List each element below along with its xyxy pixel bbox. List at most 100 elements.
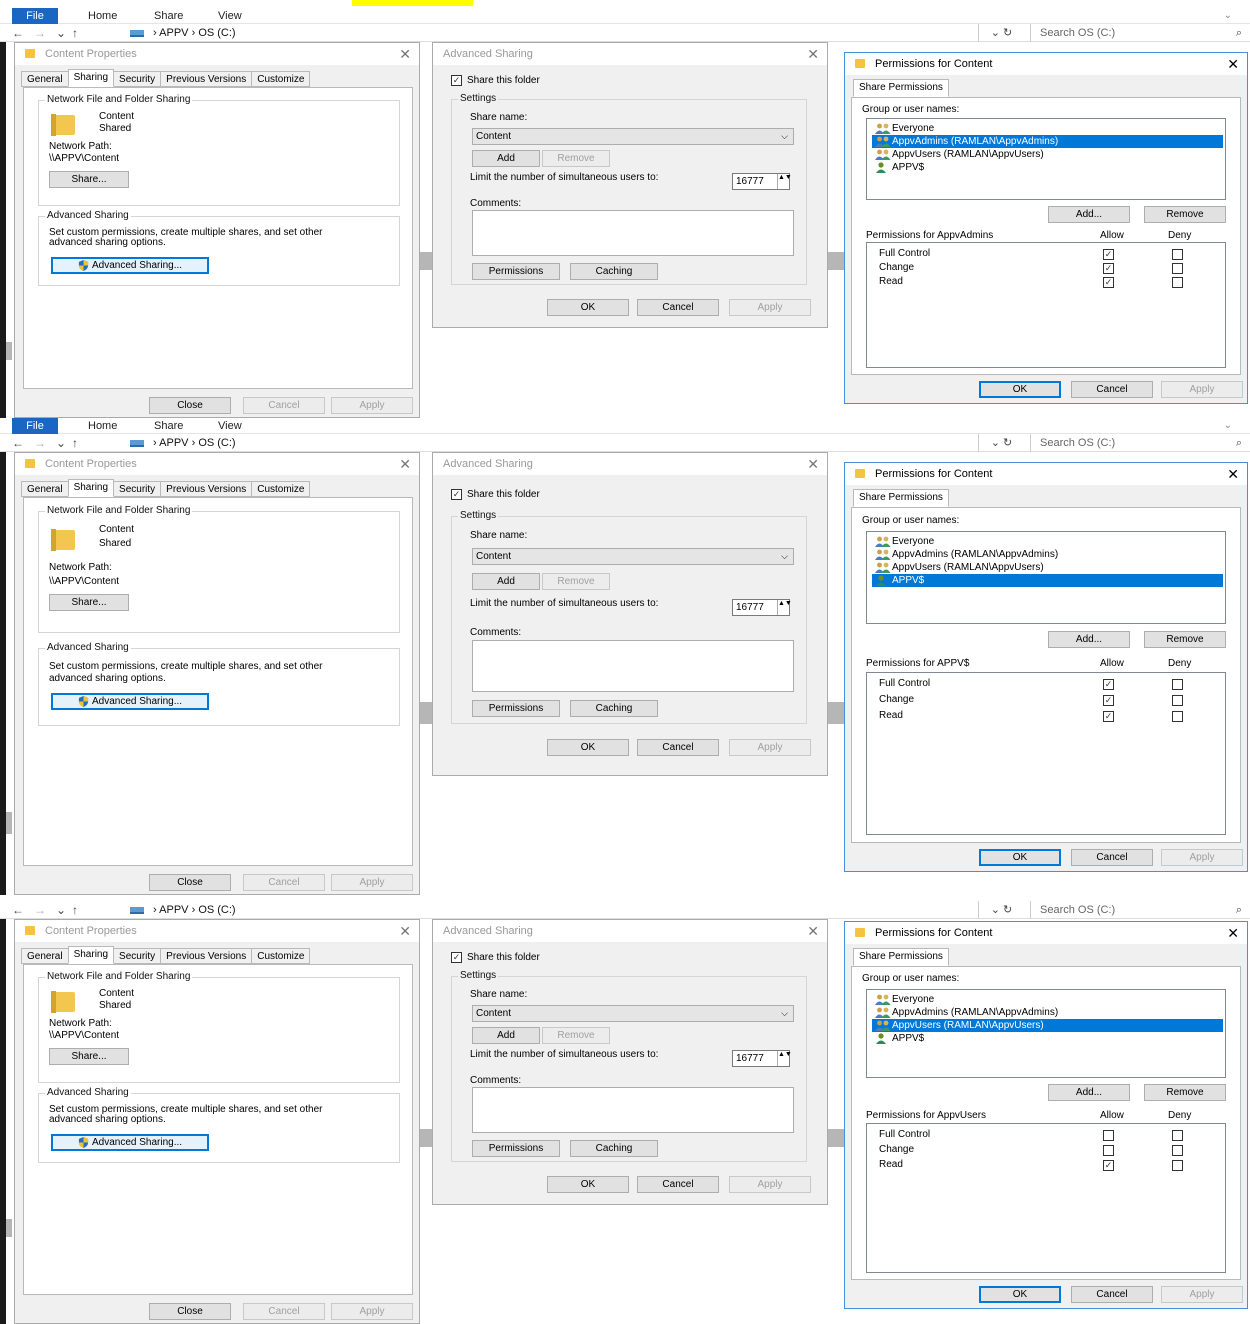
deny-checkbox[interactable] <box>1172 1130 1183 1141</box>
limit-users-spinner[interactable]: 16777 ▲▼ <box>732 599 792 616</box>
cancel-button[interactable]: Cancel <box>243 1303 325 1320</box>
share-button[interactable]: Share... <box>49 594 129 611</box>
cancel-button[interactable]: Cancel <box>243 874 325 891</box>
breadcrumb-appv[interactable]: APPV <box>159 27 188 39</box>
ribbon-tab-share[interactable]: Share <box>154 418 183 434</box>
chevron-down-icon[interactable]: ⌵ <box>781 129 788 144</box>
search-input[interactable]: Search OS (C:) ⌕ <box>1030 24 1250 42</box>
advanced-sharing-button[interactable]: Advanced Sharing... <box>51 1134 209 1151</box>
back-icon[interactable]: ← <box>12 434 24 452</box>
tab-previous-versions[interactable]: Previous Versions <box>160 481 253 497</box>
caching-button[interactable]: Caching <box>570 1140 658 1157</box>
permissions-apply-button[interactable]: Apply <box>1161 381 1243 398</box>
deny-checkbox[interactable] <box>1172 263 1183 274</box>
breadcrumb[interactable]: › APPV › OS (C:) <box>130 901 236 919</box>
refresh-icon[interactable]: ↻ <box>1003 437 1012 449</box>
allow-checkbox[interactable]: ✓ <box>1103 263 1114 274</box>
share-folder-checkbox[interactable]: ✓ <box>451 75 462 86</box>
chevron-down-icon[interactable]: ⌵ <box>781 1006 788 1021</box>
close-button[interactable]: Close <box>149 1303 231 1320</box>
user-row[interactable]: Everyone <box>872 993 1223 1006</box>
deny-checkbox[interactable] <box>1172 711 1183 722</box>
user-row[interactable]: AppvUsers (RAMLAN\AppvUsers) <box>872 148 1223 161</box>
tab-sharing[interactable]: Sharing <box>67 946 115 964</box>
back-icon[interactable]: ← <box>12 24 24 42</box>
user-row[interactable]: Everyone <box>872 535 1223 548</box>
deny-checkbox[interactable] <box>1172 1160 1183 1171</box>
user-row[interactable]: APPV$ <box>872 1032 1223 1045</box>
remove-share-button[interactable]: Remove <box>542 1027 610 1044</box>
ribbon-tab-home[interactable]: Home <box>88 8 117 24</box>
spinner-arrows-icon[interactable]: ▲▼ <box>777 600 792 615</box>
close-icon[interactable]: ✕ <box>399 923 411 940</box>
comments-input[interactable] <box>472 210 794 256</box>
breadcrumb-drive[interactable]: OS (C:) <box>198 437 235 449</box>
search-input[interactable]: Search OS (C:) ⌕ <box>1030 901 1250 919</box>
limit-users-spinner[interactable]: 16777 ▲▼ <box>732 1050 792 1067</box>
breadcrumb-drive[interactable]: OS (C:) <box>198 904 235 916</box>
permissions-ok-button[interactable]: OK <box>979 381 1061 398</box>
close-button[interactable]: Close <box>149 874 231 891</box>
tab-security[interactable]: Security <box>113 481 162 497</box>
refresh-group[interactable]: ⌄ ↻ <box>978 24 1024 42</box>
user-list[interactable]: Everyone AppvAdmins (RAMLAN\AppvAdmins) Ap… <box>866 989 1226 1078</box>
advanced-sharing-button[interactable]: Advanced Sharing... <box>51 693 209 710</box>
deny-checkbox[interactable] <box>1172 249 1183 260</box>
advanced-ok-button[interactable]: OK <box>547 1176 629 1193</box>
permissions-button[interactable]: Permissions <box>472 1140 560 1157</box>
tab-previous-versions[interactable]: Previous Versions <box>160 71 253 87</box>
tab-sharing[interactable]: Sharing <box>67 69 115 87</box>
tab-sharing[interactable]: Sharing <box>67 479 115 497</box>
user-row[interactable]: APPV$ <box>872 161 1223 174</box>
deny-checkbox[interactable] <box>1172 679 1183 690</box>
search-icon[interactable]: ⌕ <box>1236 434 1242 452</box>
user-row[interactable]: AppvAdmins (RAMLAN\AppvAdmins) <box>872 548 1223 561</box>
permissions-apply-button[interactable]: Apply <box>1161 1286 1243 1303</box>
tab-share-permissions[interactable]: Share Permissions <box>853 948 949 966</box>
add-user-button[interactable]: Add... <box>1048 1084 1130 1101</box>
recent-locations-chevron-icon[interactable]: ⌄ <box>991 904 1003 916</box>
user-list[interactable]: Everyone AppvAdmins (RAMLAN\AppvAdmins) Ap… <box>866 531 1226 624</box>
close-icon[interactable]: ✕ <box>807 46 819 63</box>
refresh-icon[interactable]: ↻ <box>1003 904 1012 916</box>
share-button[interactable]: Share... <box>49 1048 129 1065</box>
spinner-arrows-icon[interactable]: ▲▼ <box>777 174 792 189</box>
tab-general[interactable]: General <box>21 481 69 497</box>
remove-user-button[interactable]: Remove <box>1144 631 1226 648</box>
advanced-apply-button[interactable]: Apply <box>729 299 811 316</box>
deny-checkbox[interactable] <box>1172 277 1183 288</box>
comments-input[interactable] <box>472 640 794 692</box>
allow-checkbox[interactable] <box>1103 1130 1114 1141</box>
permissions-cancel-button[interactable]: Cancel <box>1071 1286 1153 1303</box>
limit-users-spinner[interactable]: 16777 ▲▼ <box>732 173 792 190</box>
remove-user-button[interactable]: Remove <box>1144 1084 1226 1101</box>
allow-checkbox[interactable]: ✓ <box>1103 695 1114 706</box>
apply-button[interactable]: Apply <box>331 397 413 414</box>
breadcrumb-drive[interactable]: OS (C:) <box>198 27 235 39</box>
apply-button[interactable]: Apply <box>331 1303 413 1320</box>
cancel-button[interactable]: Cancel <box>243 397 325 414</box>
add-share-button[interactable]: Add <box>472 573 540 590</box>
permissions-ok-button[interactable]: OK <box>979 1286 1061 1303</box>
up-icon[interactable]: ↑ <box>72 24 78 42</box>
user-row[interactable]: Everyone <box>872 122 1223 135</box>
breadcrumb-appv[interactable]: APPV <box>159 904 188 916</box>
permissions-cancel-button[interactable]: Cancel <box>1071 381 1153 398</box>
tab-previous-versions[interactable]: Previous Versions <box>160 948 253 964</box>
breadcrumb-appv[interactable]: APPV <box>159 437 188 449</box>
search-icon[interactable]: ⌕ <box>1236 24 1242 42</box>
chevron-down-icon[interactable]: ⌵ <box>781 549 788 564</box>
user-row[interactable]: AppvAdmins (RAMLAN\AppvAdmins) <box>872 135 1223 148</box>
advanced-apply-button[interactable]: Apply <box>729 739 811 756</box>
advanced-cancel-button[interactable]: Cancel <box>637 1176 719 1193</box>
forward-icon[interactable]: → <box>34 24 46 42</box>
recent-chevron-icon[interactable]: ⌄ <box>56 24 66 42</box>
tab-general[interactable]: General <box>21 948 69 964</box>
breadcrumb[interactable]: › APPV › OS (C:) <box>130 434 236 452</box>
add-user-button[interactable]: Add... <box>1048 631 1130 648</box>
deny-checkbox[interactable] <box>1172 1145 1183 1156</box>
advanced-sharing-button[interactable]: Advanced Sharing... <box>51 257 209 274</box>
tab-customize[interactable]: Customize <box>251 948 311 964</box>
user-list[interactable]: Everyone AppvAdmins (RAMLAN\AppvAdmins) Ap… <box>866 118 1226 200</box>
remove-share-button[interactable]: Remove <box>542 150 610 167</box>
